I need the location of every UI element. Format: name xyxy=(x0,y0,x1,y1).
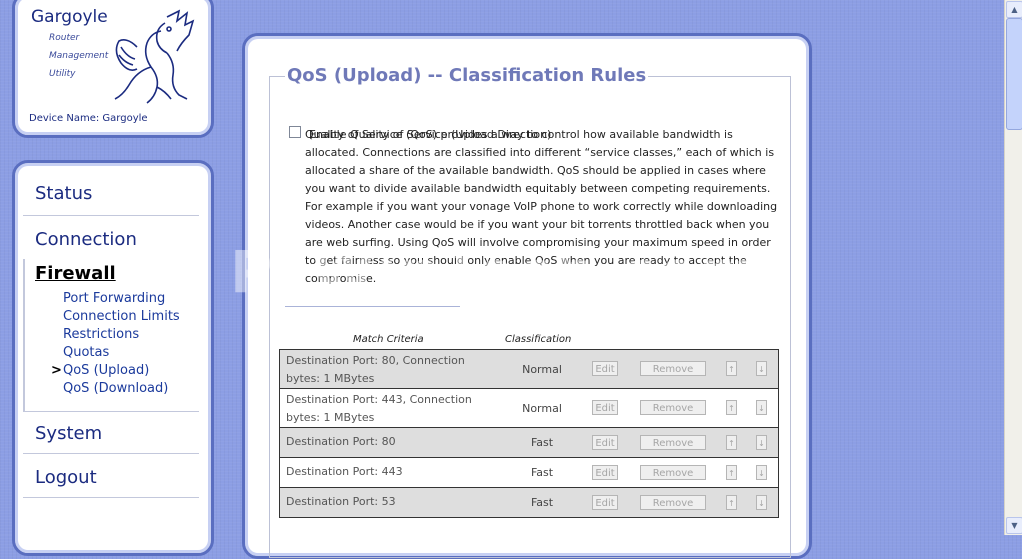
watermark: PcWinTech.com xyxy=(230,238,762,306)
move-down-button[interactable]: ↓ xyxy=(756,435,767,450)
scroll-down-icon[interactable]: ▼ xyxy=(1006,517,1022,534)
move-up-button[interactable]: ↑ xyxy=(726,495,737,510)
nav-item-system[interactable]: System xyxy=(35,423,102,444)
table-row: Destination Port: 80, Connection bytes: … xyxy=(280,350,778,388)
scroll-up-icon[interactable]: ▲ xyxy=(1006,1,1022,18)
rule-classification: Normal xyxy=(522,402,562,415)
rule-criteria: Destination Port: 80, Connection bytes: … xyxy=(286,354,465,385)
rule-classification: Fast xyxy=(530,436,554,449)
subtitle-line-2: Management xyxy=(49,51,109,61)
rule-criteria: Destination Port: 443 xyxy=(286,465,403,478)
nav-sub-qos-download[interactable]: QoS (Download) xyxy=(63,381,168,396)
enable-qos-checkbox[interactable] xyxy=(289,126,301,138)
device-name: Device Name: Gargoyle xyxy=(29,113,148,124)
nav-sub-connection-limits[interactable]: Connection Limits xyxy=(63,309,180,324)
move-up-button[interactable]: ↑ xyxy=(726,435,737,450)
table-row: Destination Port: 443 Fast Edit Remove ↑… xyxy=(280,457,778,487)
remove-button[interactable]: Remove xyxy=(640,465,706,480)
edit-button[interactable]: Edit xyxy=(592,435,618,450)
nav-item-firewall[interactable]: Firewall xyxy=(35,263,116,284)
remove-button[interactable]: Remove xyxy=(640,400,706,415)
header-match-criteria: Match Criteria xyxy=(353,334,424,345)
header-classification: Classification xyxy=(505,334,572,345)
nav-separator xyxy=(23,215,199,216)
edit-button[interactable]: Edit xyxy=(592,361,618,376)
subtitle-line-1: Router xyxy=(49,33,80,43)
edit-button[interactable]: Edit xyxy=(592,465,618,480)
window-scrollbar[interactable]: ▲ ▼ xyxy=(1004,0,1022,535)
gargoyle-logo-icon xyxy=(114,9,195,104)
table-row: Destination Port: 443, Connection bytes:… xyxy=(280,388,778,427)
nav-sub-port-forwarding[interactable]: Port Forwarding xyxy=(63,291,165,306)
nav-sub-restrictions[interactable]: Restrictions xyxy=(63,327,139,342)
divider xyxy=(285,306,460,307)
nav-panel: Status Connection Firewall Port Forwardi… xyxy=(12,160,214,556)
rule-criteria: Destination Port: 80 xyxy=(286,435,396,448)
nav-sub-qos-upload[interactable]: QoS (Upload) xyxy=(63,363,149,378)
section-title: QoS (Upload) -- Classification Rules xyxy=(285,65,649,86)
scrollbar-thumb[interactable] xyxy=(1006,18,1022,130)
remove-button[interactable]: Remove xyxy=(640,435,706,450)
nav-separator xyxy=(23,497,199,498)
logo-panel: Gargoyle Router Management Utility Devic… xyxy=(12,0,214,138)
move-down-button[interactable]: ↓ xyxy=(756,465,767,480)
subtitle-line-3: Utility xyxy=(49,69,76,79)
nav-separator xyxy=(23,453,199,454)
remove-button[interactable]: Remove xyxy=(640,495,706,510)
move-down-button[interactable]: ↓ xyxy=(756,495,767,510)
rule-criteria: Destination Port: 443, Connection bytes:… xyxy=(286,393,472,424)
remove-button[interactable]: Remove xyxy=(640,361,706,376)
table-row: Destination Port: 80 Fast Edit Remove ↑ … xyxy=(280,427,778,457)
move-up-button[interactable]: ↑ xyxy=(726,400,737,415)
rule-classification: Fast xyxy=(530,496,554,509)
nav-sub-quotas[interactable]: Quotas xyxy=(63,345,109,360)
move-up-button[interactable]: ↑ xyxy=(726,465,737,480)
table-row: Destination Port: 53 Fast Edit Remove ↑ … xyxy=(280,487,778,517)
move-down-button[interactable]: ↓ xyxy=(756,361,767,376)
rule-classification: Normal xyxy=(522,363,562,376)
edit-button[interactable]: Edit xyxy=(592,495,618,510)
nav-item-status[interactable]: Status xyxy=(35,183,92,204)
nav-separator xyxy=(23,411,199,412)
classification-rules-table: Destination Port: 80, Connection bytes: … xyxy=(279,349,779,518)
nav-item-logout[interactable]: Logout xyxy=(35,467,97,488)
rule-classification: Fast xyxy=(530,466,554,479)
current-page-marker: > xyxy=(51,363,62,378)
nav-item-connection[interactable]: Connection xyxy=(35,229,137,250)
edit-button[interactable]: Edit xyxy=(592,400,618,415)
move-up-button[interactable]: ↑ xyxy=(726,361,737,376)
rule-criteria: Destination Port: 53 xyxy=(286,495,396,508)
app-title: Gargoyle xyxy=(31,7,108,27)
move-down-button[interactable]: ↓ xyxy=(756,400,767,415)
